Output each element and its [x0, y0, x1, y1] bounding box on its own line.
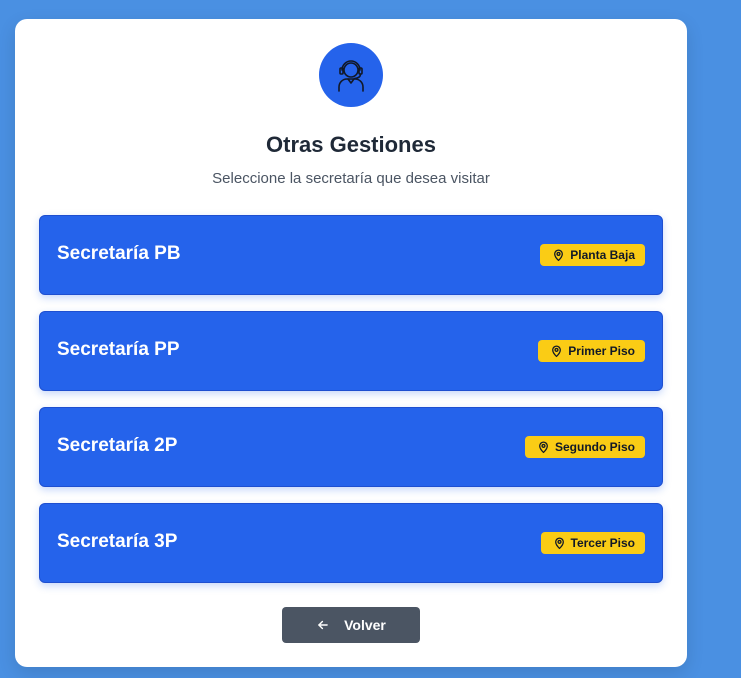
option-label: Secretaría 2P: [57, 435, 178, 456]
map-pin-icon: [552, 345, 562, 358]
option-label: Secretaría PP: [57, 339, 180, 360]
location-badge: Primer Piso: [538, 340, 645, 362]
location-badge: Tercer Piso: [540, 532, 645, 554]
option-secretaria-pp[interactable]: Secretaría PP Primer Piso: [39, 311, 663, 391]
location-label: Tercer Piso: [570, 536, 635, 550]
arrow-left-icon: [318, 620, 328, 630]
location-label: Planta Baja: [570, 248, 635, 262]
map-pin-icon: [554, 249, 564, 262]
map-pin-icon: [554, 537, 564, 550]
support-agent-icon: [338, 60, 364, 92]
page-subtitle: Seleccione la secretaría que desea visit…: [212, 170, 490, 187]
avatar: [319, 43, 383, 107]
option-secretaria-3p[interactable]: Secretaría 3P Tercer Piso: [39, 503, 663, 583]
page-title: Otras Gestiones: [266, 132, 436, 157]
map-pin-icon: [539, 441, 548, 454]
back-button[interactable]: Volver: [282, 607, 420, 643]
location-label: Primer Piso: [568, 344, 635, 358]
location-badge: Segundo Piso: [524, 436, 645, 458]
option-label: Secretaría PB: [57, 243, 181, 264]
location-badge: Planta Baja: [540, 244, 645, 266]
back-button-label: Volver: [344, 617, 386, 633]
option-secretaria-2p[interactable]: Secretaría 2P Segundo Piso: [39, 407, 663, 487]
option-label: Secretaría 3P: [57, 531, 178, 552]
main-card: Otras Gestiones Seleccione la secretaría…: [15, 19, 687, 667]
option-secretaria-pb[interactable]: Secretaría PB Planta Baja: [39, 215, 663, 295]
location-label: Segundo Piso: [554, 440, 635, 454]
